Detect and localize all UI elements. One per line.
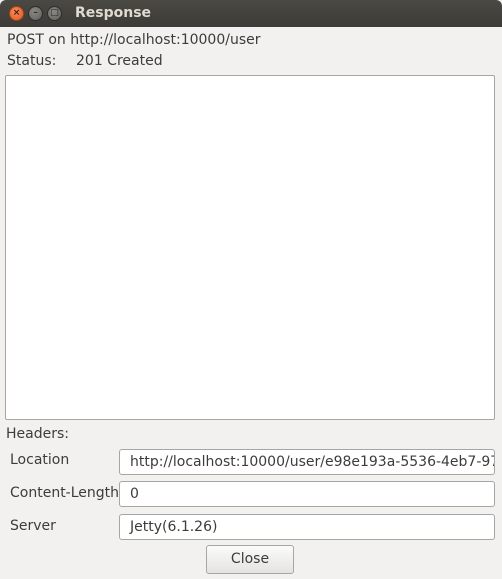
header-value-content-length-field[interactable]: 0 (119, 481, 495, 507)
status-value: 201 Created (76, 53, 163, 69)
header-value-location-field[interactable]: http://localhost:10000/user/e98e193a-553… (119, 449, 495, 475)
window-close-icon[interactable]: × (9, 6, 24, 21)
header-name-server: Server (10, 518, 56, 534)
response-body-textarea[interactable] (5, 75, 495, 420)
header-value-server-field[interactable]: Jetty(6.1.26) (119, 514, 495, 540)
window-title: Response (75, 5, 152, 21)
header-name-content-length: Content-Length (10, 485, 120, 501)
title-bar[interactable]: × – □ Response (0, 0, 502, 27)
close-button[interactable]: Close (206, 545, 294, 574)
window-minimize-icon[interactable]: – (28, 6, 43, 21)
response-window: × – □ Response POST on http://localhost:… (0, 0, 502, 579)
headers-label: Headers: (6, 426, 69, 442)
request-line: POST on http://localhost:10000/user (7, 32, 261, 48)
window-maximize-icon[interactable]: □ (47, 6, 62, 21)
header-name-location: Location (10, 452, 70, 468)
status-label: Status: (7, 53, 57, 69)
